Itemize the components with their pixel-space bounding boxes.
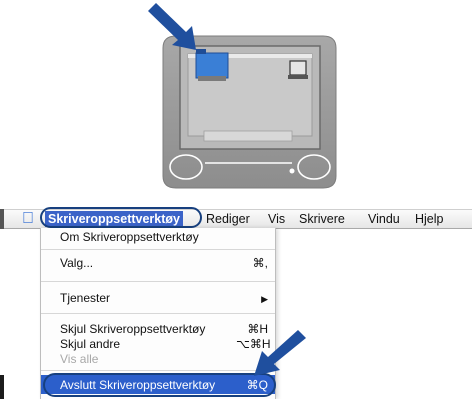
menu-vis[interactable]: Vis — [268, 212, 285, 226]
submenu-arrow-icon: ▶ — [261, 294, 268, 304]
menu-hjelp[interactable]: Hjelp — [415, 212, 444, 226]
menu-rediger[interactable]: Rediger — [206, 212, 250, 226]
menu-separator — [41, 313, 275, 314]
menu-separator — [41, 281, 275, 282]
menu-skrivere[interactable]: Skrivere — [299, 212, 345, 226]
menu-item-hide[interactable]: Skjul Skriveroppsettverktøy — [60, 322, 205, 336]
menu-vindu[interactable]: Vindu — [368, 212, 400, 226]
menu-item-hide-others[interactable]: Skjul andre — [60, 337, 120, 351]
menu-item-about[interactable]: Om Skriveroppsettverktøy — [60, 230, 199, 244]
pointer-arrow-quit — [254, 330, 306, 376]
computer-illustration — [148, 3, 337, 189]
apple-menu-icon[interactable]:  — [18, 211, 38, 227]
window-icon — [195, 52, 229, 79]
background-strip — [0, 375, 4, 399]
menu-separator — [41, 249, 275, 250]
menu-item-show-all: Vis alle — [60, 352, 99, 366]
menu-item-services[interactable]: Tjenester — [60, 291, 110, 305]
menu-item-preferences[interactable]: Valg... — [60, 256, 93, 270]
menu-bar-edge — [0, 209, 4, 229]
drive-icon — [289, 60, 307, 76]
preferences-shortcut: ⌘, — [252, 256, 268, 270]
active-menu-highlight-oval — [40, 207, 202, 228]
